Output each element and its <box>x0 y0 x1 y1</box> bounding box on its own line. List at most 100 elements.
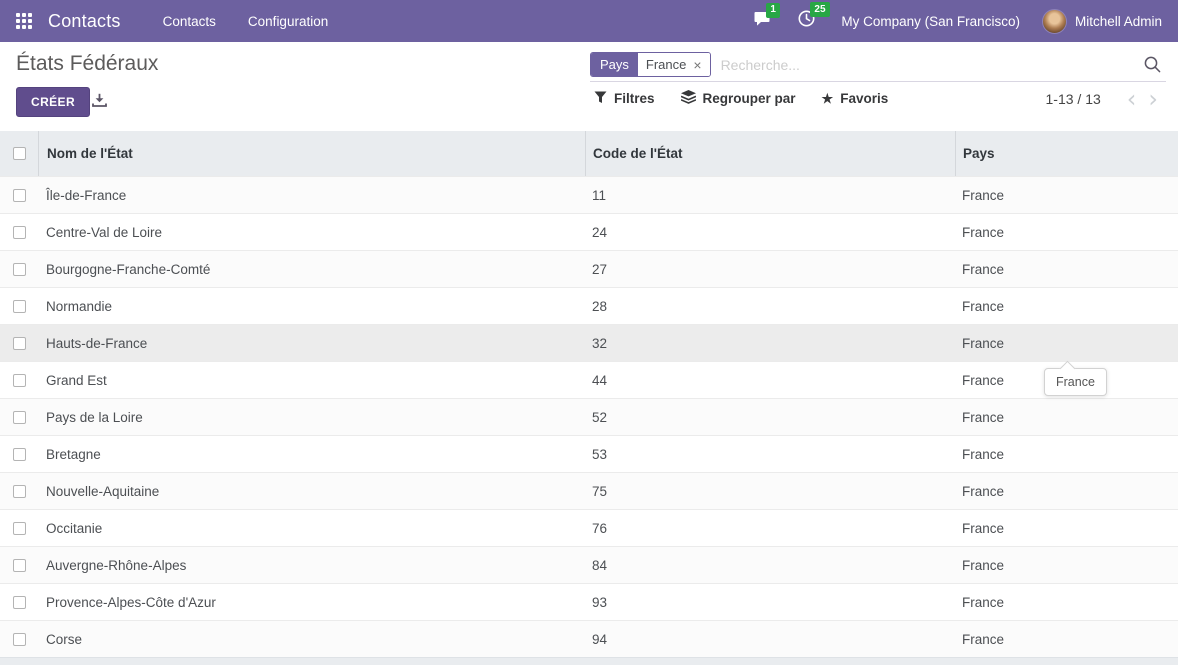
cell-country: France <box>955 336 1178 351</box>
create-button[interactable]: CRÉER <box>16 87 90 117</box>
cell-state-code: 76 <box>585 521 955 536</box>
cell-state-name: Grand Est <box>38 373 585 388</box>
filters-button[interactable]: Filtres <box>594 91 655 107</box>
activities-button[interactable]: 25 <box>798 10 815 32</box>
cell-country: France <box>955 558 1178 573</box>
table-row[interactable]: Auvergne-Rhône-Alpes 84 France <box>0 546 1178 583</box>
app-brand[interactable]: Contacts <box>48 11 121 32</box>
top-navbar: Contacts Contacts Configuration 1 25 My … <box>0 0 1178 42</box>
cell-state-name: Nouvelle-Aquitaine <box>38 484 585 499</box>
cell-state-name: Hauts-de-France <box>38 336 585 351</box>
filter-funnel-icon <box>594 91 607 107</box>
row-checkbox[interactable] <box>13 189 26 202</box>
cell-state-code: 75 <box>585 484 955 499</box>
cell-state-name: Corse <box>38 632 585 647</box>
cell-country: France <box>955 595 1178 610</box>
facet-close-icon[interactable]: × <box>693 58 701 72</box>
favorites-label: Favoris <box>840 91 888 106</box>
cell-state-code: 94 <box>585 632 955 647</box>
cell-state-code: 84 <box>585 558 955 573</box>
row-checkbox[interactable] <box>13 374 26 387</box>
cell-state-name: Île-de-France <box>38 188 585 203</box>
row-checkbox[interactable] <box>13 633 26 646</box>
pager-next-icon[interactable]: › <box>1142 90 1164 108</box>
cell-country: France <box>955 188 1178 203</box>
list-header-row: Nom de l'État Code de l'État Pays <box>0 131 1178 176</box>
header-state-name[interactable]: Nom de l'État <box>38 131 585 176</box>
star-icon: ★ <box>822 92 834 105</box>
systray: 1 25 My Company (San Francisco) Mitchell… <box>754 9 1162 34</box>
table-row[interactable]: Occitanie 76 France <box>0 509 1178 546</box>
row-checkbox[interactable] <box>13 522 26 535</box>
search-facet: Pays France × <box>590 52 711 77</box>
cell-state-code: 52 <box>585 410 955 425</box>
cell-state-code: 53 <box>585 447 955 462</box>
row-checkbox[interactable] <box>13 263 26 276</box>
top-menu: Contacts Configuration <box>151 2 341 41</box>
cell-country: France <box>955 521 1178 536</box>
apps-grid-icon[interactable] <box>16 13 32 29</box>
row-checkbox[interactable] <box>13 596 26 609</box>
facet-field-label: Pays <box>591 53 638 76</box>
row-checkbox[interactable] <box>13 300 26 313</box>
cell-state-name: Centre-Val de Loire <box>38 225 585 240</box>
pager-previous-icon[interactable]: ‹ <box>1121 90 1143 108</box>
row-checkbox[interactable] <box>13 411 26 424</box>
user-name: Mitchell Admin <box>1075 14 1162 29</box>
search-input[interactable] <box>711 57 1143 73</box>
table-row[interactable]: Corse 94 France <box>0 620 1178 657</box>
search-icon[interactable] <box>1143 55 1162 74</box>
cell-state-name: Bretagne <box>38 447 585 462</box>
cell-state-code: 44 <box>585 373 955 388</box>
search-bar: Pays France × <box>590 48 1166 82</box>
pager: 1-13 / 13 ‹ › <box>1046 90 1164 108</box>
cell-state-code: 93 <box>585 595 955 610</box>
messages-button[interactable]: 1 <box>754 11 772 32</box>
cell-country: France <box>955 225 1178 240</box>
table-row[interactable]: Grand Est 44 France <box>0 361 1178 398</box>
company-switcher[interactable]: My Company (San Francisco) <box>841 14 1020 29</box>
row-checkbox[interactable] <box>13 485 26 498</box>
group-by-button[interactable]: Regrouper par <box>681 90 796 107</box>
row-checkbox[interactable] <box>13 448 26 461</box>
cell-state-name: Pays de la Loire <box>38 410 585 425</box>
cell-state-code: 28 <box>585 299 955 314</box>
facet-value-text: France <box>646 57 686 72</box>
layers-icon <box>681 90 696 107</box>
header-checkbox-cell <box>0 131 38 176</box>
row-checkbox[interactable] <box>13 559 26 572</box>
cell-state-code: 32 <box>585 336 955 351</box>
cell-state-name: Occitanie <box>38 521 585 536</box>
export-download-icon[interactable] <box>92 93 107 108</box>
cell-country: France <box>955 632 1178 647</box>
activities-badge: 25 <box>810 2 829 17</box>
row-checkbox[interactable] <box>13 226 26 239</box>
cell-state-name: Provence-Alpes-Côte d'Azur <box>38 595 585 610</box>
favorites-button[interactable]: ★ Favoris <box>822 91 889 106</box>
menu-contacts[interactable]: Contacts <box>151 2 228 41</box>
user-menu[interactable]: Mitchell Admin <box>1042 9 1162 34</box>
pager-range: 1-13 / 13 <box>1046 91 1101 107</box>
cell-country: France <box>955 299 1178 314</box>
cell-state-code: 27 <box>585 262 955 277</box>
page-title: États Fédéraux <box>16 52 158 76</box>
header-state-code[interactable]: Code de l'État <box>585 131 955 176</box>
table-row[interactable]: Normandie 28 France <box>0 287 1178 324</box>
table-row[interactable]: Provence-Alpes-Côte d'Azur 93 France <box>0 583 1178 620</box>
cell-state-name: Auvergne-Rhône-Alpes <box>38 558 585 573</box>
table-row[interactable]: Bourgogne-Franche-Comté 27 France <box>0 250 1178 287</box>
table-row[interactable]: Nouvelle-Aquitaine 75 France <box>0 472 1178 509</box>
table-row[interactable]: Centre-Val de Loire 24 France <box>0 213 1178 250</box>
menu-configuration[interactable]: Configuration <box>236 2 340 41</box>
row-checkbox[interactable] <box>13 337 26 350</box>
cell-state-code: 24 <box>585 225 955 240</box>
cell-country: France <box>955 447 1178 462</box>
table-row[interactable]: Pays de la Loire 52 France <box>0 398 1178 435</box>
states-list-view: Nom de l'État Code de l'État Pays Île-de… <box>0 131 1178 665</box>
filters-label: Filtres <box>614 91 655 106</box>
table-row-hovered[interactable]: Hauts-de-France 32 France <box>0 324 1178 361</box>
table-row[interactable]: Bretagne 53 France <box>0 435 1178 472</box>
table-row[interactable]: Île-de-France 11 France <box>0 176 1178 213</box>
select-all-checkbox[interactable] <box>13 147 26 160</box>
header-country[interactable]: Pays <box>955 131 1178 176</box>
